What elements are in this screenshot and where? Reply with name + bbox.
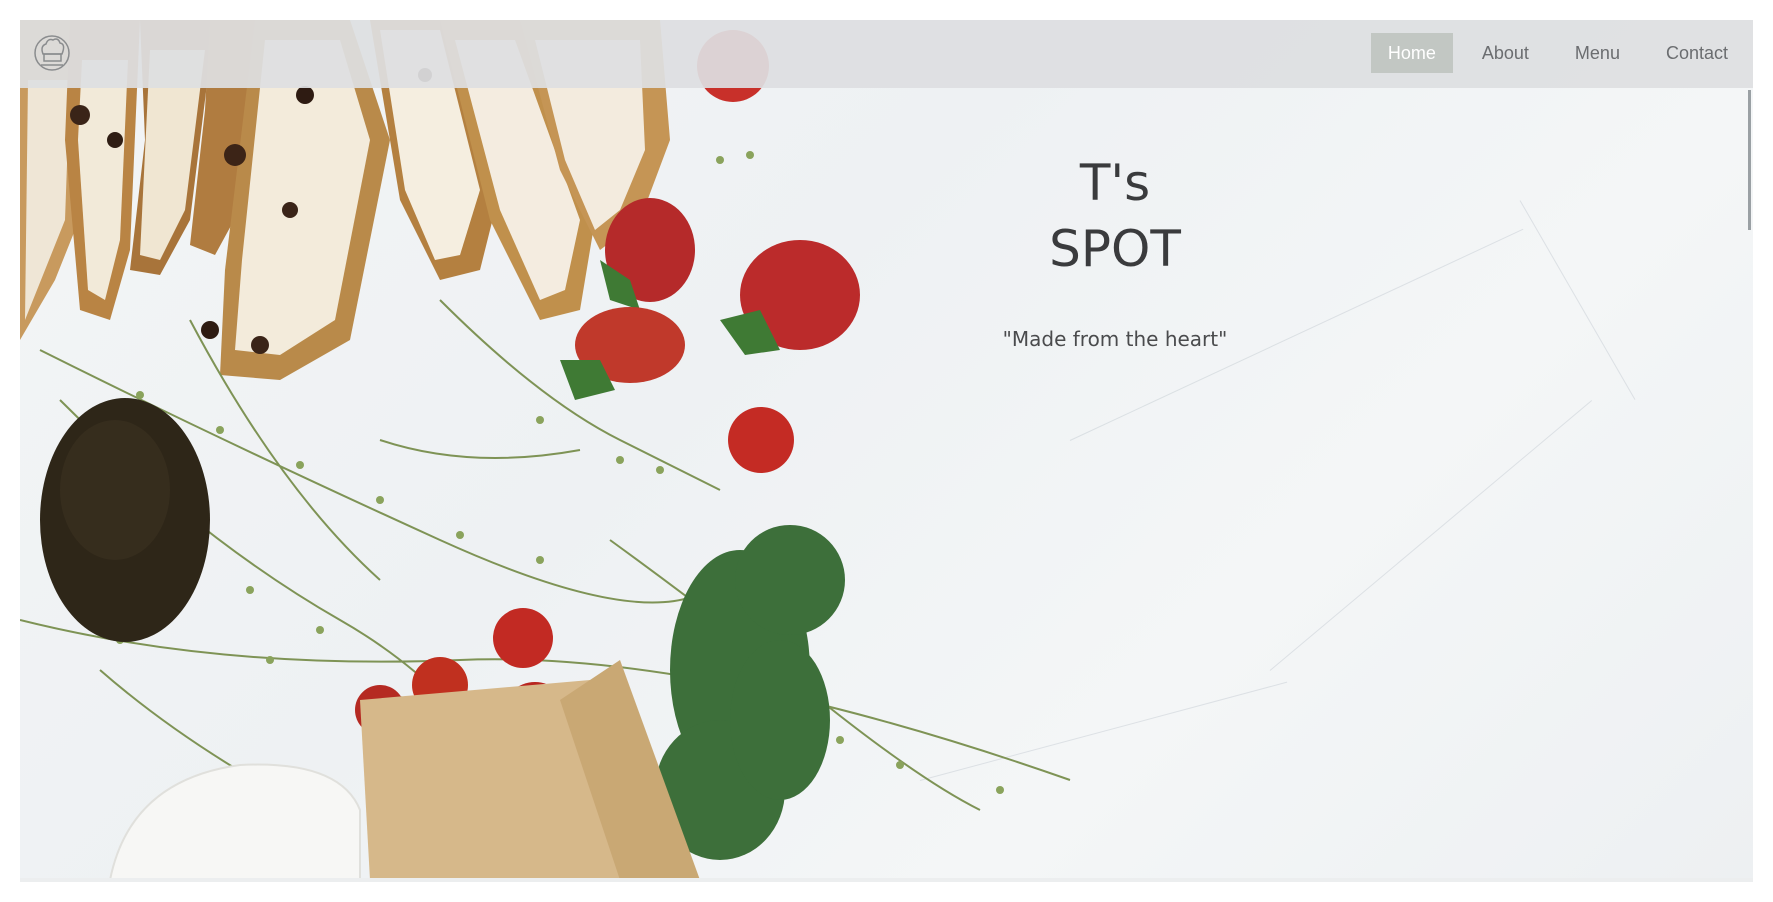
nav-menu[interactable]: Menu [1558,33,1637,73]
marble-vein [1269,400,1593,671]
food-background-image [20,20,1071,880]
navbar: Home About Menu Contact [20,20,1753,88]
tagline: "Made from the heart" [1002,327,1228,351]
chef-hat-icon[interactable] [32,32,72,74]
site-title-line-1: T's [1079,154,1151,212]
nav-home[interactable]: Home [1370,33,1453,73]
kale [655,525,845,860]
site-title-line-2: SPOT [1049,220,1181,278]
hero-section: Home About Menu Contact T's SPOT "Made f… [20,20,1753,880]
site-title: T's SPOT [965,150,1265,282]
nav-links: Home About Menu Contact [1359,33,1745,73]
page-divider [20,878,1753,882]
nav-contact[interactable]: Contact [1649,33,1745,73]
scrollbar[interactable] [1748,90,1751,230]
white-bowl [108,763,361,880]
marble-vein [1519,200,1636,400]
nav-about[interactable]: About [1465,33,1546,73]
